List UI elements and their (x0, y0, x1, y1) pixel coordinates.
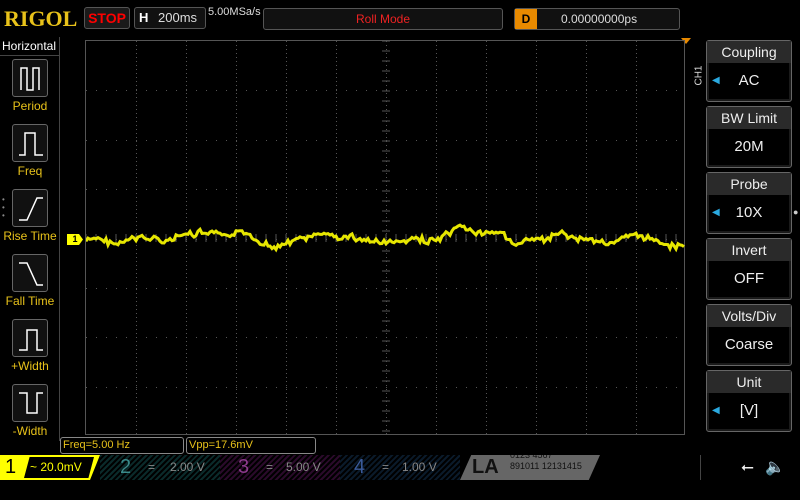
vpp-measurement: Vpp=17.6mV (186, 437, 316, 454)
menu-value: OFF (734, 270, 764, 287)
menu-title: Probe (707, 173, 791, 195)
sample-rate: 5.00MSa/s (208, 6, 261, 18)
status-icons: ⭠ 🔈 (700, 455, 800, 480)
menu-title: Volts/Div (707, 305, 791, 327)
usb-icon: ⭠ (741, 459, 754, 476)
menu-volts-div[interactable]: Volts/Div Coarse (706, 304, 792, 366)
measure--width[interactable]: -Width (0, 384, 60, 438)
ch3-coupling: = (266, 460, 274, 474)
period-icon (12, 59, 48, 97)
measure-label: Period (12, 99, 48, 113)
timebase-box[interactable]: H 200ms (134, 7, 206, 29)
menu-page-dot: ● (793, 207, 799, 217)
rigol-logo: RIGOL (4, 6, 78, 31)
timebase-value: 200ms (158, 10, 198, 25)
channel-bar: 1 ~ 20.0mV B 2 = 2.00 V 3 = 5.00 V 4 = 1.00 V … (0, 455, 800, 480)
ch1-status[interactable]: 1 ~ 20.0mV B (0, 455, 100, 480)
run-stop-indicator[interactable]: STOP (84, 7, 130, 29)
ch4-number: 4 (354, 456, 366, 478)
ch4-status[interactable]: 4 = 1.00 V (340, 455, 460, 480)
menu-scroll-dots: • • • (2, 195, 5, 220)
measure-fall-time[interactable]: Fall Time (0, 254, 60, 308)
measure--width[interactable]: +Width (0, 319, 60, 373)
freq-icon (12, 124, 48, 162)
left-menu: Horizontal Period Freq Rise Time Fall Time +… (0, 37, 60, 441)
measure-freq[interactable]: Freq (0, 124, 60, 178)
measure-label: Rise Time (3, 229, 57, 243)
ch2-number: 2 (120, 456, 132, 478)
menu-value: 20M (734, 138, 764, 155)
la-bits-top: 0123 4567 (510, 450, 553, 460)
acquisition-mode: Roll Mode (263, 8, 503, 30)
rise-time-icon (12, 189, 48, 227)
delay-box[interactable]: D 0.00000000ps (514, 8, 680, 30)
la-label: LA (472, 456, 499, 478)
ch1-trace (84, 223, 685, 253)
waveform-grid (84, 40, 685, 435)
bw-limit-icon: B (32, 484, 39, 494)
ch3-scale: 5.00 V (286, 460, 321, 474)
left-menu-title: Horizontal (0, 37, 59, 56)
la-status[interactable]: LA 0123 4567 891011 12131415 (460, 455, 600, 480)
menu-value: AC (738, 72, 760, 89)
speaker-muted-icon[interactable]: 🔈 (765, 455, 785, 480)
measure-label: -Width (12, 424, 48, 438)
arrow-left-icon: ◀ (712, 75, 720, 86)
menu-value: [V] (739, 402, 759, 419)
ch1-offset-marker[interactable]: 1 (67, 234, 83, 245)
ch2-scale: 2.00 V (170, 460, 205, 474)
ch4-coupling: = (382, 460, 390, 474)
measure-label: Freq (17, 164, 43, 178)
menu-value: Coarse (724, 336, 774, 353)
ch2-coupling: = (148, 460, 156, 474)
delay-label: D (515, 9, 537, 29)
menu-bw-limit[interactable]: BW Limit 20M (706, 106, 792, 168)
ch2-status[interactable]: 2 = 2.00 V (100, 455, 220, 480)
menu-invert[interactable]: Invert OFF (706, 238, 792, 300)
ch3-number: 3 (238, 456, 250, 478)
la-bits-bottom: 891011 12131415 (510, 461, 582, 471)
pos-width-icon (12, 319, 48, 357)
neg-width-icon (12, 384, 48, 422)
menu-value: 10X (735, 204, 763, 221)
ch1-number: 1 (5, 456, 17, 478)
menu-title: Coupling (707, 41, 791, 63)
menu-title: Invert (707, 239, 791, 261)
menu-unit[interactable]: Unit ◀ [V] (706, 370, 792, 432)
ch1-coupling: ~ (30, 460, 38, 474)
freq-measurement: Freq=5.00 Hz (60, 437, 184, 454)
measure-period[interactable]: Period (0, 59, 60, 113)
timebase-label: H (139, 10, 149, 25)
ch4-scale: 1.00 V (402, 460, 437, 474)
ch1-scale-box: ~ 20.0mV B (24, 457, 94, 478)
delay-value: 0.00000000ps (561, 12, 638, 26)
menu-title: BW Limit (707, 107, 791, 129)
measure-rise-time[interactable]: Rise Time (0, 189, 60, 243)
menu-probe[interactable]: Probe ◀ 10X (706, 172, 792, 234)
ch3-status[interactable]: 3 = 5.00 V (220, 455, 340, 480)
fall-time-icon (12, 254, 48, 292)
ch1-scale: 20.0mV (40, 460, 82, 474)
menu-title: Unit (707, 371, 791, 393)
arrow-left-icon: ◀ (712, 405, 720, 416)
channel-label: CH1 (693, 65, 705, 86)
measure-label: Fall Time (5, 294, 55, 308)
menu-coupling[interactable]: Coupling ◀ AC (706, 40, 792, 102)
measure-label: +Width (11, 359, 49, 373)
arrow-left-icon: ◀ (712, 207, 720, 218)
